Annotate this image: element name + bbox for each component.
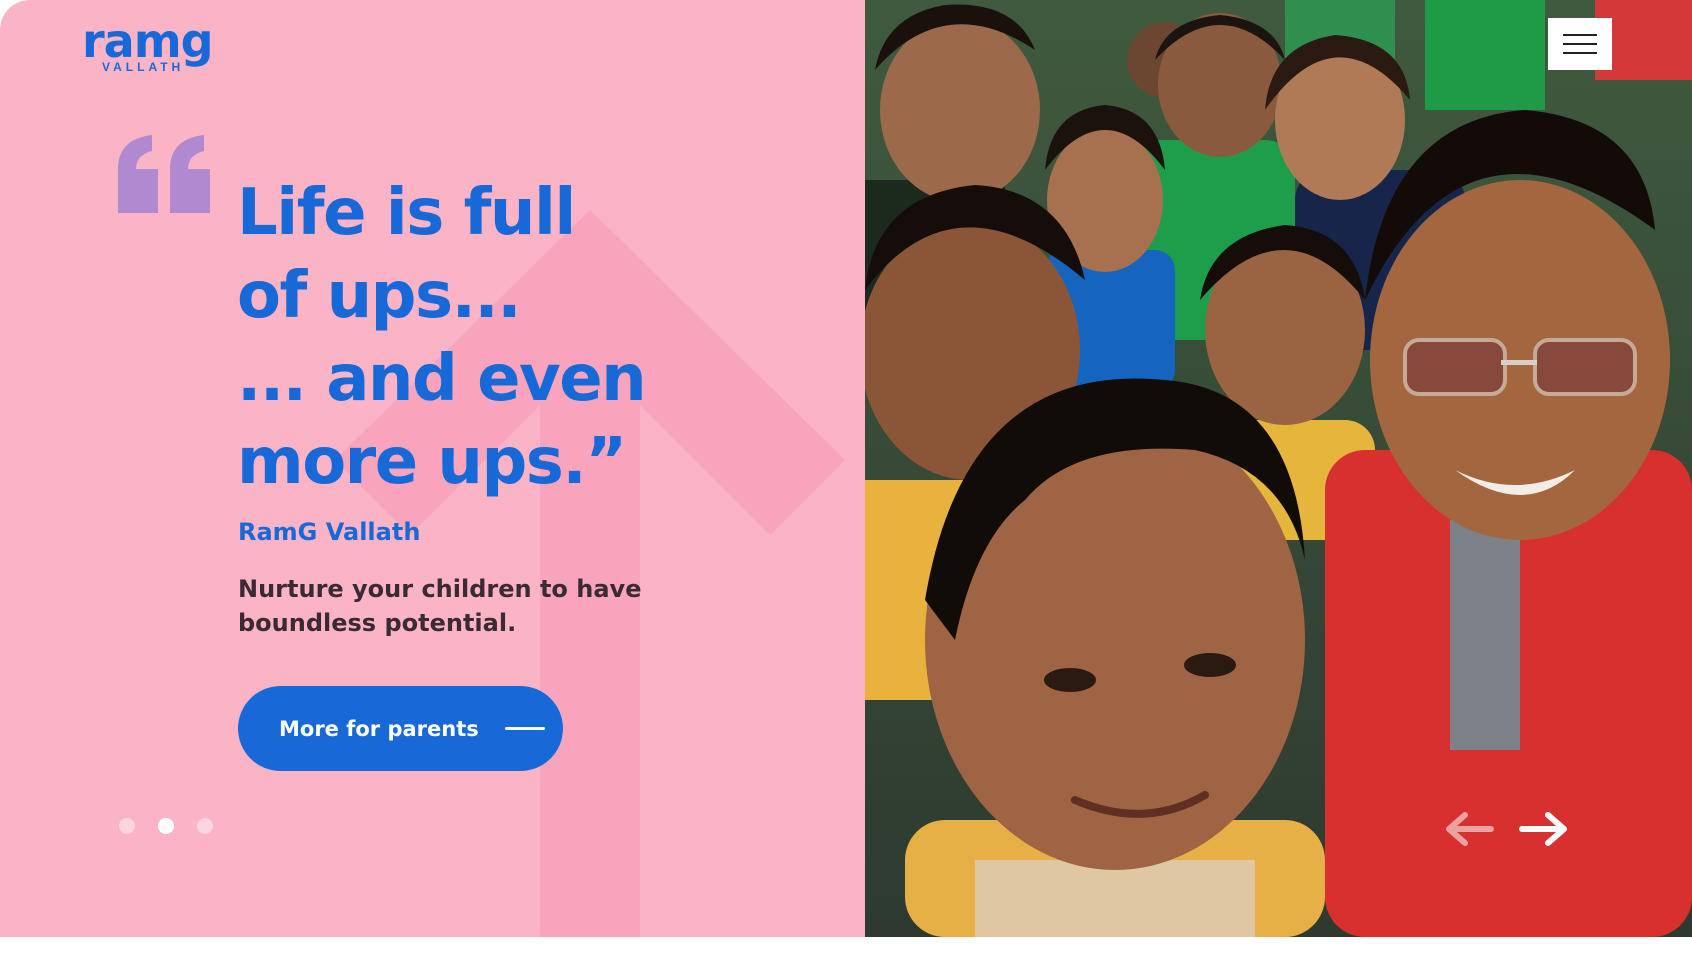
headline-line: ... and even — [237, 342, 647, 416]
carousel-dot-1[interactable] — [119, 818, 135, 834]
brand-logo[interactable]: ramg VALLATH — [82, 18, 232, 74]
menu-bar — [1563, 34, 1597, 36]
menu-bar — [1563, 52, 1597, 54]
headline-line: more ups.” — [237, 425, 627, 499]
headline-line: Life is full — [237, 176, 576, 250]
logo-tagline: VALLATH — [102, 60, 185, 74]
hero-subtext: Nurture your children to have boundless … — [238, 575, 642, 637]
cta-label: More for parents — [279, 716, 479, 741]
hero-photo — [865, 0, 1692, 937]
group-selfie-illustration — [865, 0, 1692, 937]
arrow-right-icon[interactable] — [1518, 811, 1570, 847]
quote-author: RamG Vallath — [238, 518, 421, 546]
hero-text-panel: ramg VALLATH Life is full of ups... ... … — [0, 0, 865, 937]
logo-wordmark: ramg — [82, 14, 214, 68]
carousel-dot-3[interactable] — [197, 818, 213, 834]
more-for-parents-button[interactable]: More for parents — [238, 686, 563, 771]
dash-line-icon — [504, 727, 545, 730]
headline-line: of ups... — [237, 259, 522, 333]
hero-section: ramg VALLATH Life is full of ups... ... … — [0, 0, 1692, 937]
carousel-dot-2[interactable] — [158, 818, 174, 834]
hamburger-menu-icon[interactable] — [1548, 18, 1612, 70]
quote-icon — [118, 135, 210, 213]
arrow-left-icon[interactable] — [1443, 811, 1495, 847]
menu-bar — [1563, 43, 1597, 45]
carousel-dots — [119, 818, 213, 834]
hero-headline: Life is full of ups... ... and even more… — [237, 172, 797, 504]
